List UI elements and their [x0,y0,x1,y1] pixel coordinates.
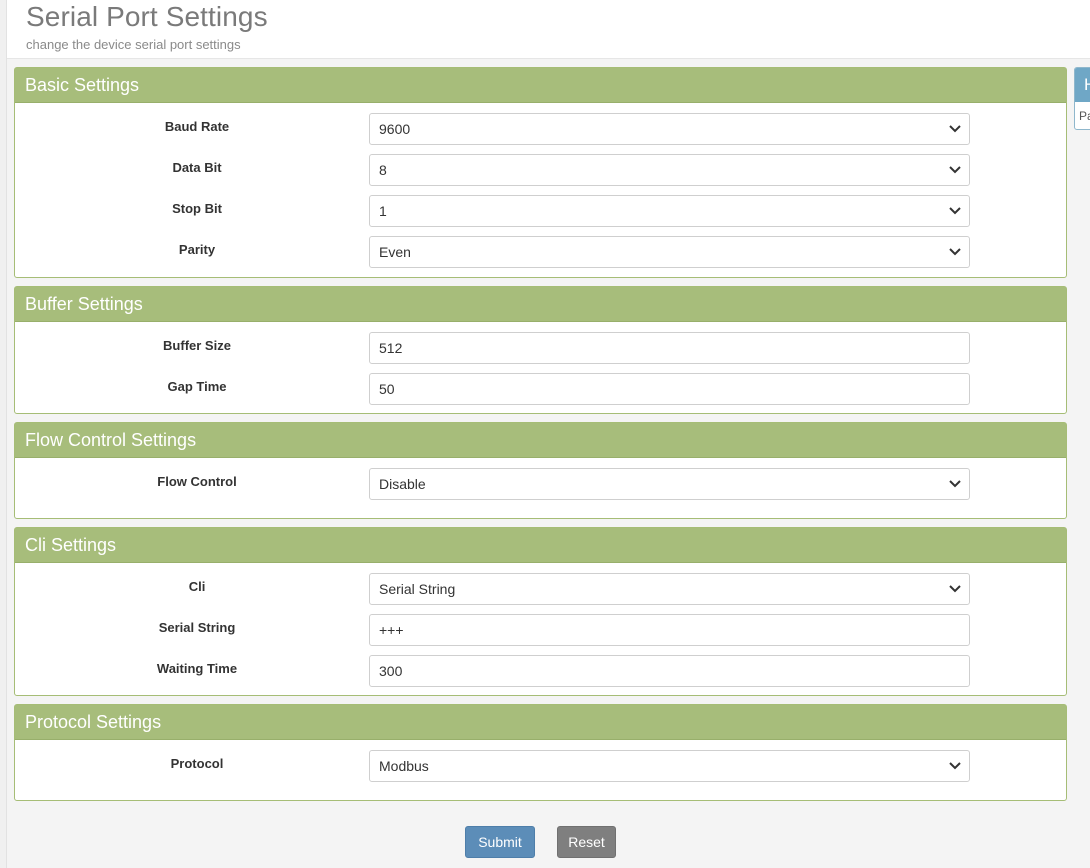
baud-rate-row: Baud Rate 9600 [15,113,1066,145]
serial-string-row: Serial String +++ [15,614,1066,646]
protocol-settings-heading: Protocol Settings [15,705,1066,740]
buffer-size-input[interactable]: 512 [369,332,970,364]
chevron-down-icon [949,248,961,256]
serial-string-input[interactable]: +++ [369,614,970,646]
stop-bit-row: Stop Bit 1 [15,195,1066,227]
reset-button[interactable]: Reset [557,826,616,858]
waiting-time-input[interactable]: 300 [369,655,970,687]
buffer-size-row: Buffer Size 512 [15,332,1066,364]
gap-time-value: 50 [379,381,395,397]
page-subtitle: change the device serial port settings [26,37,241,52]
data-bit-row: Data Bit 8 [15,154,1066,186]
help-side-panel-heading: H [1075,68,1090,102]
data-bit-value: 8 [379,162,387,178]
cli-settings-panel: Cli Settings Cli Serial String Serial St… [14,527,1067,696]
protocol-settings-panel: Protocol Settings Protocol Modbus [14,704,1067,801]
serial-string-value: +++ [379,622,404,638]
baud-rate-select[interactable]: 9600 [369,113,970,145]
cli-row: Cli Serial String [15,573,1066,605]
page-title: Serial Port Settings [26,1,268,32]
page-header: Serial Port Settings change the device s… [7,0,1090,59]
stop-bit-value: 1 [379,203,387,219]
data-bit-select[interactable]: 8 [369,154,970,186]
cli-settings-heading: Cli Settings [15,528,1066,563]
protocol-row: Protocol Modbus [15,750,1066,782]
basic-settings-heading: Basic Settings [15,68,1066,103]
baud-rate-label: Baud Rate [164,119,230,134]
submit-button[interactable]: Submit [465,826,535,858]
chevron-down-icon [949,480,961,488]
left-edge [0,0,7,868]
chevron-down-icon [949,166,961,174]
flow-control-select[interactable]: Disable [369,468,970,500]
cli-select[interactable]: Serial String [369,573,970,605]
baud-rate-value: 9600 [379,121,411,137]
waiting-time-row: Waiting Time 300 [15,655,1066,687]
buffer-size-value: 512 [379,340,403,356]
stop-bit-label: Stop Bit [172,201,222,216]
buffer-size-label: Buffer Size [163,338,231,353]
chevron-down-icon [949,125,961,133]
help-side-panel: H Pa [1074,67,1090,130]
protocol-label: Protocol [170,756,224,771]
protocol-select[interactable]: Modbus [369,750,970,782]
waiting-time-value: 300 [379,663,403,679]
cli-label: Cli [188,579,206,594]
chevron-down-icon [949,762,961,770]
data-bit-label: Data Bit [172,160,222,175]
buffer-settings-panel: Buffer Settings Buffer Size 512 Gap Time… [14,286,1067,414]
gap-time-label: Gap Time [167,379,227,394]
parity-label: Parity [178,242,216,257]
flow-control-settings-panel: Flow Control Settings Flow Control Disab… [14,422,1067,519]
parity-value: Even [379,244,411,260]
gap-time-input[interactable]: 50 [369,373,970,405]
gap-time-row: Gap Time 50 [15,373,1066,405]
buffer-settings-heading: Buffer Settings [15,287,1066,322]
parity-row: Parity Even [15,236,1066,268]
serial-string-label: Serial String [158,620,236,635]
chevron-down-icon [949,585,961,593]
flow-control-label: Flow Control [157,474,237,489]
flow-control-settings-heading: Flow Control Settings [15,423,1066,458]
flow-control-value: Disable [379,476,426,492]
protocol-value: Modbus [379,758,429,774]
basic-settings-panel: Basic Settings Baud Rate 9600 Data Bit 8… [14,67,1067,278]
stop-bit-select[interactable]: 1 [369,195,970,227]
waiting-time-label: Waiting Time [156,661,238,676]
chevron-down-icon [949,207,961,215]
parity-select[interactable]: Even [369,236,970,268]
flow-control-row: Flow Control Disable [15,468,1066,500]
cli-value: Serial String [379,581,456,597]
help-side-panel-body: Pa [1079,109,1090,123]
